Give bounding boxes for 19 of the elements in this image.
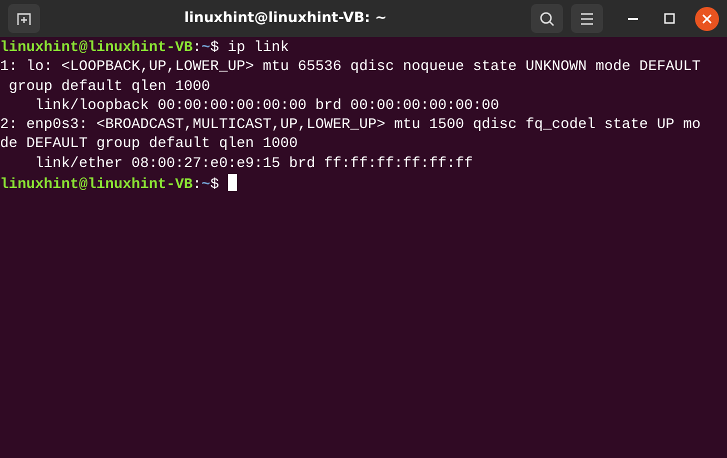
search-button[interactable] <box>531 4 563 33</box>
prompt-line: linuxhint@linuxhint-VB:~$ ip link <box>0 40 290 56</box>
minimize-icon <box>628 18 638 20</box>
output-line: de DEFAULT group default qlen 1000 <box>0 136 298 152</box>
output-line: link/ether 08:00:27:e0:e9:15 brd ff:ff:ff:ff:ff:ff <box>34 156 473 172</box>
new-tab-icon <box>16 10 32 26</box>
maximize-icon <box>664 13 674 24</box>
new-tab-button[interactable] <box>8 4 40 33</box>
output-line: 2: enp0s3: <BROADCAST,MULTICAST,UP,LOWER_UP> mtu 1500 qdisc fq_codel state UP mo <box>0 117 701 134</box>
output-line: group default qlen 1000 <box>8 78 210 95</box>
prompt-line: linuxhint@linuxhint-VB:~$ <box>0 177 220 194</box>
menu-icon <box>580 12 594 24</box>
menu-button[interactable] <box>571 4 603 33</box>
close-icon <box>702 14 712 24</box>
output-line: link/loopback 00:00:00:00:00:00 brd 00:00:00:00:00:00 <box>34 98 500 114</box>
search-icon <box>539 10 555 26</box>
window-title: linuxhint@linuxhint-VB: ~ <box>184 9 387 28</box>
output-line: 1: lo: <LOOPBACK,UP,LOWER_UP> mtu 65536 qdisc noqueue state UNKNOWN mode DEFAULT <box>0 59 701 76</box>
close-button[interactable] <box>695 6 719 30</box>
